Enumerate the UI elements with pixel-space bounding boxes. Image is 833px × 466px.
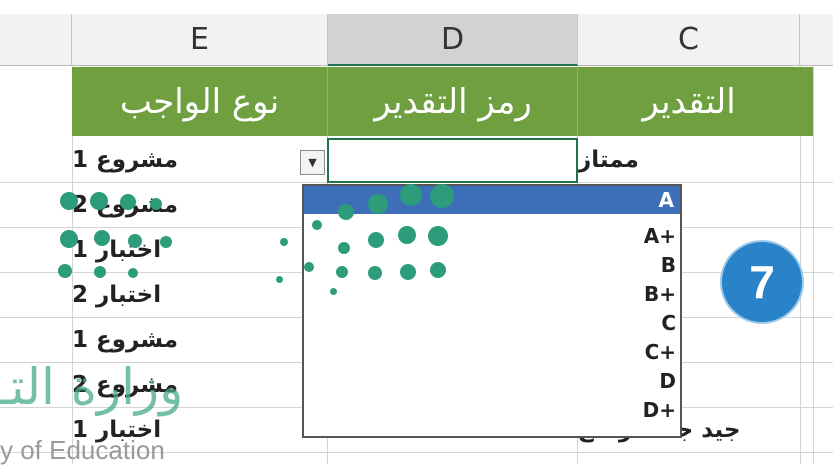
- watermark-arabic-text: وزارة التـ: [0, 358, 184, 416]
- column-header-next[interactable]: [800, 14, 833, 66]
- dropdown-option[interactable]: B: [661, 253, 676, 277]
- row-header-corner[interactable]: [0, 14, 72, 66]
- watermark-dots-logo: [50, 180, 470, 310]
- header-assignment-type[interactable]: نوع الواجب: [72, 67, 327, 136]
- column-header-e[interactable]: E: [72, 14, 328, 66]
- watermark-english-text: y of Education: [0, 435, 165, 465]
- spreadsheet-grid: E D C نوع الواجب رمز التقدير التقدير مشر…: [0, 0, 833, 465]
- header-grade[interactable]: التقدير: [578, 67, 800, 136]
- cell-c[interactable]: ممتاز: [578, 137, 800, 182]
- dropdown-option[interactable]: A+: [644, 224, 676, 248]
- column-header-d[interactable]: D: [328, 14, 578, 66]
- dropdown-arrow-button[interactable]: ▼: [300, 150, 325, 175]
- step-number-badge: 7: [722, 242, 802, 322]
- column-header-c[interactable]: C: [578, 14, 800, 66]
- dropdown-option[interactable]: C+: [645, 340, 676, 364]
- cell-e[interactable]: مشروع 1: [72, 137, 300, 182]
- dropdown-option[interactable]: D+: [643, 398, 676, 422]
- header-grade-code[interactable]: رمز التقدير: [328, 67, 578, 136]
- chevron-down-icon: ▼: [308, 156, 317, 169]
- dropdown-option[interactable]: C: [661, 311, 676, 335]
- gridline: [813, 66, 814, 464]
- cell-e[interactable]: مشروع 1: [72, 317, 300, 362]
- active-cell-d[interactable]: [327, 138, 578, 183]
- dropdown-option[interactable]: B+: [644, 282, 676, 306]
- dropdown-option[interactable]: D: [659, 369, 676, 393]
